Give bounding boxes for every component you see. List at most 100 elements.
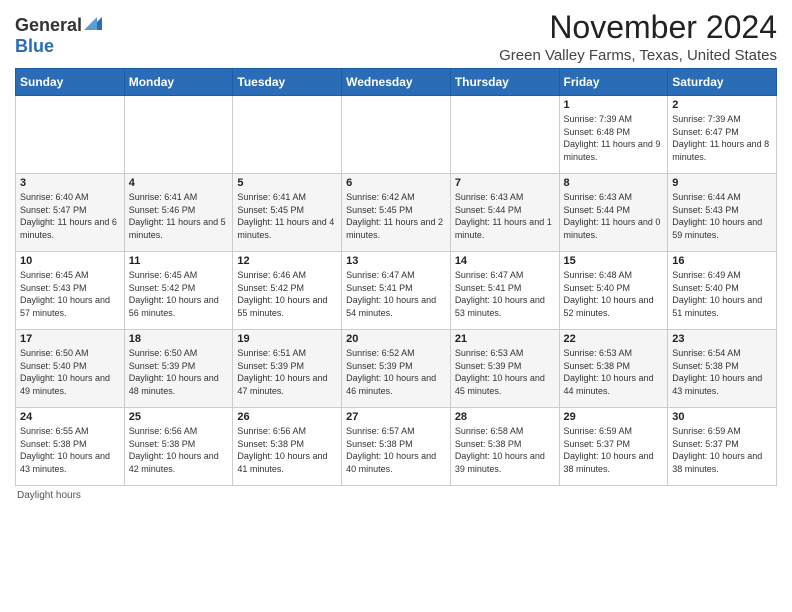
day-number: 24 [20, 411, 120, 423]
table-row: 2 Sunrise: 7:39 AM Sunset: 6:47 PM Daylig… [668, 96, 777, 174]
table-row: 8 Sunrise: 6:43 AM Sunset: 5:44 PM Daylig… [559, 174, 668, 252]
day-info: Sunrise: 6:56 AM Sunset: 5:38 PM Dayligh… [237, 425, 337, 475]
table-row: 16Sunrise: 6:49 AM Sunset: 5:40 PM Dayli… [668, 252, 777, 330]
day-info: Sunrise: 6:42 AM Sunset: 5:45 PM Dayligh… [346, 191, 446, 241]
title-section: November 2024 Green Valley Farms, Texas,… [499, 10, 777, 64]
day-info: Sunrise: 6:41 AM Sunset: 5:45 PM Dayligh… [237, 191, 337, 241]
day-number: 19 [237, 333, 337, 345]
header-tuesday: Tuesday [233, 69, 342, 96]
table-row [124, 96, 233, 174]
day-info: Sunrise: 6:45 AM Sunset: 5:43 PM Dayligh… [20, 269, 120, 319]
day-info: Sunrise: 6:55 AM Sunset: 5:38 PM Dayligh… [20, 425, 120, 475]
table-row: 1 Sunrise: 7:39 AM Sunset: 6:48 PM Daylig… [559, 96, 668, 174]
day-info: Sunrise: 6:43 AM Sunset: 5:44 PM Dayligh… [455, 191, 555, 241]
day-info: Sunrise: 6:59 AM Sunset: 5:37 PM Dayligh… [672, 425, 772, 475]
day-number: 25 [129, 411, 229, 423]
table-row: 30 Sunrise: 6:59 AM Sunset: 5:37 PM Dayli… [668, 408, 777, 486]
table-row: 5 Sunrise: 6:41 AM Sunset: 5:45 PM Daylig… [233, 174, 342, 252]
logo-icon [84, 14, 102, 32]
day-number: 3 [20, 177, 120, 189]
table-row: 26 Sunrise: 6:56 AM Sunset: 5:38 PM Dayli… [233, 408, 342, 486]
day-info: Sunrise: 6:53 AM Sunset: 5:39 PM Dayligh… [455, 347, 555, 397]
day-number: 28 [455, 411, 555, 423]
table-row [450, 96, 559, 174]
table-row: 3Sunrise: 6:40 AM Sunset: 5:47 PM Daylig… [16, 174, 125, 252]
day-number: 12 [237, 255, 337, 267]
day-info: Sunrise: 6:54 AM Sunset: 5:38 PM Dayligh… [672, 347, 772, 397]
table-row: 12Sunrise: 6:46 AM Sunset: 5:42 PM Dayli… [233, 252, 342, 330]
day-number: 4 [129, 177, 229, 189]
day-number: 14 [455, 255, 555, 267]
day-info: Sunrise: 6:47 AM Sunset: 5:41 PM Dayligh… [455, 269, 555, 319]
day-number: 10 [20, 255, 120, 267]
day-info: Sunrise: 6:51 AM Sunset: 5:39 PM Dayligh… [237, 347, 337, 397]
table-row: 9Sunrise: 6:44 AM Sunset: 5:43 PM Daylig… [668, 174, 777, 252]
day-info: Sunrise: 6:52 AM Sunset: 5:39 PM Dayligh… [346, 347, 446, 397]
day-info: Sunrise: 6:56 AM Sunset: 5:38 PM Dayligh… [129, 425, 229, 475]
calendar-week-row: 24 Sunrise: 6:55 AM Sunset: 5:38 PM Dayli… [16, 408, 777, 486]
table-row: 11 Sunrise: 6:45 AM Sunset: 5:42 PM Dayli… [124, 252, 233, 330]
day-number: 18 [129, 333, 229, 345]
day-info: Sunrise: 6:47 AM Sunset: 5:41 PM Dayligh… [346, 269, 446, 319]
table-row: 29 Sunrise: 6:59 AM Sunset: 5:37 PM Dayli… [559, 408, 668, 486]
table-row: 10 Sunrise: 6:45 AM Sunset: 5:43 PM Dayli… [16, 252, 125, 330]
table-row: 23Sunrise: 6:54 AM Sunset: 5:38 PM Dayli… [668, 330, 777, 408]
day-info: Sunrise: 6:45 AM Sunset: 5:42 PM Dayligh… [129, 269, 229, 319]
calendar-header-row: Sunday Monday Tuesday Wednesday Thursday… [16, 69, 777, 96]
day-number: 5 [237, 177, 337, 189]
table-row: 6Sunrise: 6:42 AM Sunset: 5:45 PM Daylig… [342, 174, 451, 252]
table-row: 21 Sunrise: 6:53 AM Sunset: 5:39 PM Dayli… [450, 330, 559, 408]
day-number: 8 [564, 177, 664, 189]
subtitle: Green Valley Farms, Texas, United States [499, 47, 777, 64]
calendar-week-row: 1 Sunrise: 7:39 AM Sunset: 6:48 PM Daylig… [16, 96, 777, 174]
header-thursday: Thursday [450, 69, 559, 96]
header-monday: Monday [124, 69, 233, 96]
day-number: 1 [564, 99, 664, 111]
day-number: 2 [672, 99, 772, 111]
day-number: 17 [20, 333, 120, 345]
calendar-table: Sunday Monday Tuesday Wednesday Thursday… [15, 68, 777, 486]
table-row: 7Sunrise: 6:43 AM Sunset: 5:44 PM Daylig… [450, 174, 559, 252]
logo-blue: Blue [15, 36, 54, 56]
day-number: 30 [672, 411, 772, 423]
table-row: 24 Sunrise: 6:55 AM Sunset: 5:38 PM Dayli… [16, 408, 125, 486]
day-number: 29 [564, 411, 664, 423]
day-number: 11 [129, 255, 229, 267]
day-number: 16 [672, 255, 772, 267]
day-number: 27 [346, 411, 446, 423]
table-row: 25 Sunrise: 6:56 AM Sunset: 5:38 PM Dayli… [124, 408, 233, 486]
day-number: 20 [346, 333, 446, 345]
calendar-week-row: 17 Sunrise: 6:50 AM Sunset: 5:40 PM Dayli… [16, 330, 777, 408]
header-sunday: Sunday [16, 69, 125, 96]
day-number: 13 [346, 255, 446, 267]
day-number: 9 [672, 177, 772, 189]
header-wednesday: Wednesday [342, 69, 451, 96]
footer: Daylight hours [15, 490, 777, 501]
table-row: 27Sunrise: 6:57 AM Sunset: 5:38 PM Dayli… [342, 408, 451, 486]
header-saturday: Saturday [668, 69, 777, 96]
day-info: Sunrise: 6:41 AM Sunset: 5:46 PM Dayligh… [129, 191, 229, 241]
table-row: 19 Sunrise: 6:51 AM Sunset: 5:39 PM Dayli… [233, 330, 342, 408]
day-number: 26 [237, 411, 337, 423]
table-row: 13 Sunrise: 6:47 AM Sunset: 5:41 PM Dayli… [342, 252, 451, 330]
day-number: 21 [455, 333, 555, 345]
day-info: Sunrise: 7:39 AM Sunset: 6:48 PM Dayligh… [564, 113, 664, 163]
table-row: 4 Sunrise: 6:41 AM Sunset: 5:46 PM Daylig… [124, 174, 233, 252]
day-info: Sunrise: 6:58 AM Sunset: 5:38 PM Dayligh… [455, 425, 555, 475]
day-info: Sunrise: 7:39 AM Sunset: 6:47 PM Dayligh… [672, 113, 772, 163]
page-container: General Blue November 2024 Green Valley … [0, 0, 792, 506]
day-info: Sunrise: 6:43 AM Sunset: 5:44 PM Dayligh… [564, 191, 664, 241]
logo: General Blue [15, 14, 102, 57]
daylight-hours-label: Daylight hours [17, 490, 81, 501]
header: General Blue November 2024 Green Valley … [15, 10, 777, 64]
table-row: 28 Sunrise: 6:58 AM Sunset: 5:38 PM Dayli… [450, 408, 559, 486]
table-row: 14 Sunrise: 6:47 AM Sunset: 5:41 PM Dayli… [450, 252, 559, 330]
table-row: 15Sunrise: 6:48 AM Sunset: 5:40 PM Dayli… [559, 252, 668, 330]
day-info: Sunrise: 6:48 AM Sunset: 5:40 PM Dayligh… [564, 269, 664, 319]
day-info: Sunrise: 6:59 AM Sunset: 5:37 PM Dayligh… [564, 425, 664, 475]
day-info: Sunrise: 6:53 AM Sunset: 5:38 PM Dayligh… [564, 347, 664, 397]
table-row [233, 96, 342, 174]
day-info: Sunrise: 6:50 AM Sunset: 5:40 PM Dayligh… [20, 347, 120, 397]
table-row: 17 Sunrise: 6:50 AM Sunset: 5:40 PM Dayli… [16, 330, 125, 408]
day-info: Sunrise: 6:50 AM Sunset: 5:39 PM Dayligh… [129, 347, 229, 397]
